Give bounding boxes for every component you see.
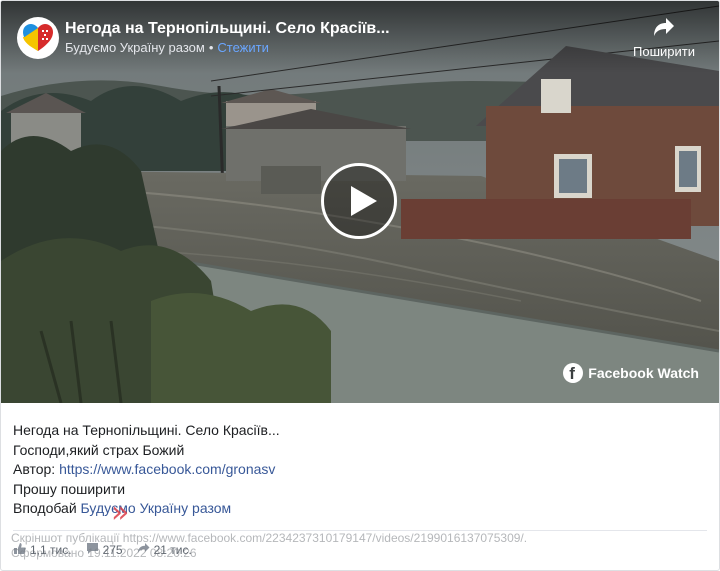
- post-line-author: Автор: https://www.facebook.com/gronasv: [13, 460, 703, 480]
- facebook-logo-icon: f: [563, 363, 584, 383]
- follow-button[interactable]: Стежити: [217, 40, 268, 55]
- screenshot-watermark: Скріншот публікації https://www.facebook…: [11, 531, 527, 561]
- share-label: Поширити: [633, 44, 695, 59]
- watermark-date-line: Сформовано 19.11.2022 08:20:26: [11, 546, 197, 560]
- post-line-exclaim: Господи,який страх Божий: [13, 441, 185, 458]
- watermark-url-line: Скріншот публікації https://www.facebook…: [11, 531, 528, 545]
- ukraine-heart-avatar-icon[interactable]: [17, 17, 59, 59]
- video-title[interactable]: Негода на Тернопільщині. Село Красіїв...: [65, 20, 390, 38]
- watermark-chevron-icon: »: [111, 495, 130, 530]
- share-arrow-icon: [654, 18, 674, 36]
- play-button[interactable]: [321, 163, 397, 239]
- play-icon: [351, 186, 377, 216]
- like-page-link[interactable]: Будуємо Україну разом: [81, 500, 232, 516]
- avatar-heart-graphic: [18, 18, 58, 58]
- author-prefix: Автор:: [13, 461, 60, 478]
- video-page-line: Будуємо Україну разом • Стежити: [65, 40, 269, 55]
- author-link[interactable]: https://www.facebook.com/gronasv: [59, 461, 275, 477]
- facebook-watch-link[interactable]: f Facebook Watch: [563, 363, 699, 383]
- facebook-post-embed: Негода на Тернопільщині. Село Красіїв...…: [0, 0, 720, 571]
- page-name-link[interactable]: Будуємо Україну разом: [65, 40, 205, 55]
- video-player[interactable]: Негода на Тернопільщині. Село Красіїв...…: [1, 1, 719, 403]
- separator-dot: •: [208, 40, 214, 55]
- like-prefix: Вподобай: [13, 500, 81, 517]
- share-button[interactable]: Поширити: [629, 17, 699, 59]
- facebook-watch-label: Facebook Watch: [588, 365, 699, 381]
- post-line-title: Негода на Тернопільщині. Село Красіїв...: [13, 422, 280, 438]
